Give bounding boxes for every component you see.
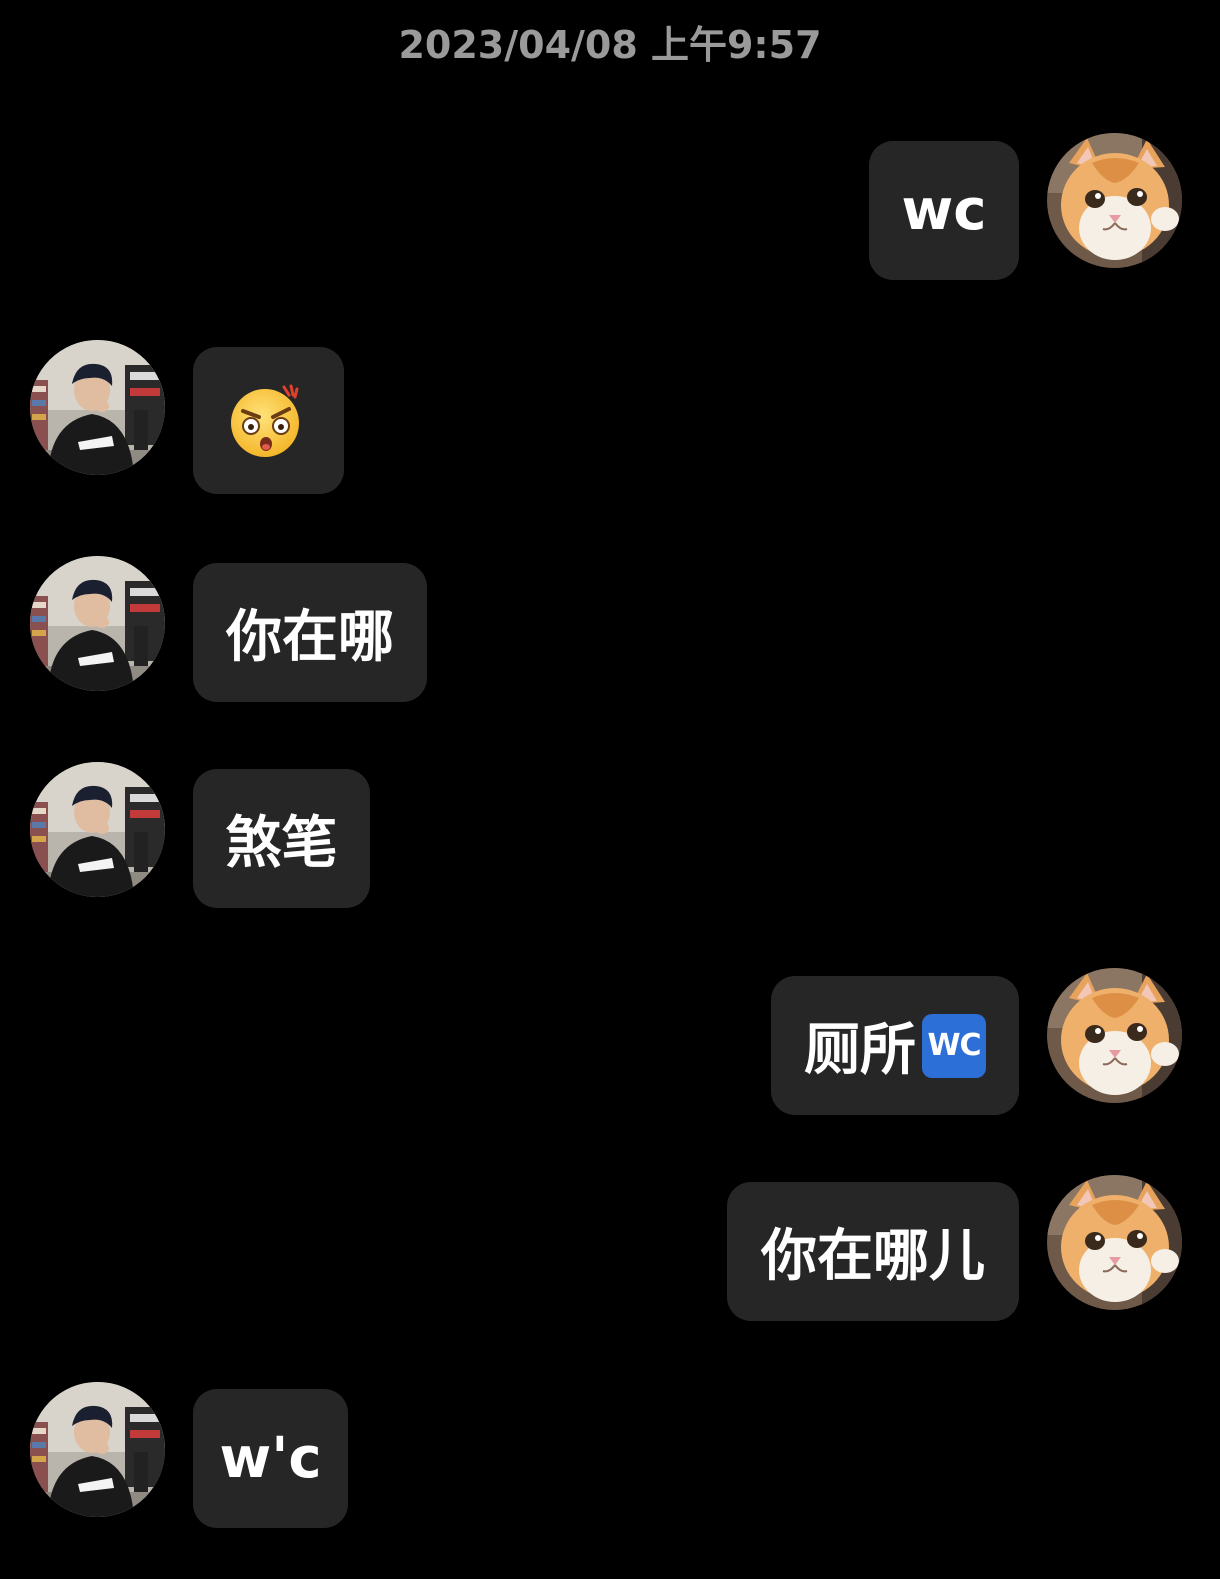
person-avatar-icon[interactable] bbox=[30, 762, 165, 897]
message-text: 你在哪儿 bbox=[761, 1224, 985, 1289]
message-bubble[interactable]: 你在哪 bbox=[193, 563, 427, 702]
chat-timestamp: 2023/04/08 上午9:57 bbox=[398, 23, 822, 67]
cat-avatar-icon[interactable] bbox=[1047, 968, 1182, 1103]
message-row: wc bbox=[0, 133, 1220, 283]
message-bubble[interactable]: w'c bbox=[193, 1389, 348, 1528]
message-text: 煞笔 bbox=[225, 811, 338, 876]
cat-avatar-icon[interactable] bbox=[1047, 133, 1182, 268]
person-avatar-icon[interactable] bbox=[30, 1382, 165, 1517]
message-row bbox=[0, 340, 1220, 494]
message-row: 你在哪儿 bbox=[0, 1175, 1220, 1325]
message-text: wc bbox=[901, 178, 987, 243]
shocked-angry-face-emoji-icon bbox=[229, 381, 309, 461]
message-bubble[interactable]: 煞笔 bbox=[193, 769, 370, 908]
person-avatar-icon[interactable] bbox=[30, 556, 165, 691]
message-row: 煞笔 bbox=[0, 762, 1220, 912]
message-bubble[interactable]: wc bbox=[869, 141, 1019, 280]
message-bubble[interactable]: 厕所 WC bbox=[771, 976, 1019, 1115]
person-avatar-icon[interactable] bbox=[30, 340, 165, 475]
message-row: w'c bbox=[0, 1382, 1220, 1532]
wc-icon: WC bbox=[922, 1013, 986, 1078]
message-row: 你在哪 bbox=[0, 556, 1220, 706]
message-row: 厕所 WC bbox=[0, 968, 1220, 1118]
message-text: w'c bbox=[219, 1426, 322, 1491]
message-text: 你在哪 bbox=[226, 605, 394, 670]
cat-avatar-icon[interactable] bbox=[1047, 1175, 1182, 1310]
message-text: 厕所 bbox=[804, 1018, 916, 1083]
message-bubble[interactable]: 你在哪儿 bbox=[727, 1182, 1019, 1321]
message-bubble[interactable] bbox=[193, 347, 344, 494]
